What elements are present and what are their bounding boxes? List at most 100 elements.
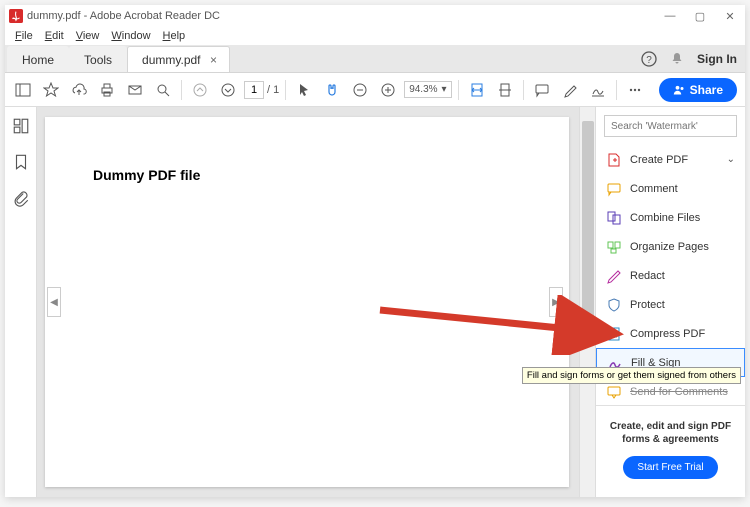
page-current-input[interactable] [244, 81, 264, 99]
svg-text:?: ? [646, 55, 652, 66]
menu-edit[interactable]: Edit [41, 30, 68, 42]
titlebar: dummy.pdf - Adobe Acrobat Reader DC — ▢ … [5, 5, 745, 27]
more-icon[interactable] [623, 78, 647, 102]
tab-document[interactable]: dummy.pdf × [127, 46, 229, 72]
separator [181, 80, 182, 100]
menu-file[interactable]: File [11, 30, 37, 42]
page-up-icon[interactable] [188, 78, 212, 102]
tool-icon [606, 268, 622, 284]
star-icon[interactable] [39, 78, 63, 102]
tool-protect[interactable]: Protect [596, 290, 745, 319]
menu-view[interactable]: View [72, 30, 104, 42]
tabbar: Home Tools dummy.pdf × ? Sign In [5, 45, 745, 73]
separator [523, 80, 524, 100]
signin-button[interactable]: Sign In [697, 52, 737, 66]
tool-label: Combine Files [630, 212, 700, 224]
tool-create-pdf[interactable]: Create PDF ⌄ [596, 145, 745, 174]
tab-document-label: dummy.pdf [142, 53, 200, 67]
fit-page-icon[interactable] [493, 78, 517, 102]
chevron-down-icon: ▾ [442, 84, 447, 95]
tool-label: Compress PDF [630, 328, 705, 340]
toolbar: / 1 94.3% ▾ Share [5, 73, 745, 107]
window: dummy.pdf - Adobe Acrobat Reader DC — ▢ … [5, 5, 745, 497]
search-container [604, 115, 737, 137]
tool-combine-files[interactable]: Combine Files [596, 203, 745, 232]
menu-window[interactable]: Window [107, 30, 154, 42]
tool-compress-pdf[interactable]: Compress PDF [596, 319, 745, 348]
mail-icon[interactable] [123, 78, 147, 102]
menubar: File Edit View Window Help [5, 27, 745, 45]
zoom-out-icon[interactable] [348, 78, 372, 102]
fill-sign-tooltip: Fill and sign forms or get them signed f… [522, 367, 741, 384]
tool-redact[interactable]: Redact [596, 261, 745, 290]
minimize-button[interactable]: — [655, 5, 685, 27]
separator [285, 80, 286, 100]
chevron-down-icon: ⌄ [727, 154, 735, 165]
page-total: 1 [273, 84, 279, 96]
tool-icon [606, 181, 622, 197]
sign-icon[interactable] [586, 78, 610, 102]
document-area: ◀ Dummy PDF file ▶ [37, 107, 595, 497]
right-panel: Create PDF ⌄ Comment Combine Files Organize … [595, 107, 745, 497]
tool-icon [606, 297, 622, 313]
main-area: ◀ Dummy PDF file ▶ Create PDF ⌄ Comment Com… [5, 107, 745, 497]
promo-box: Create, edit and sign PDF forms & agreem… [596, 405, 745, 497]
help-icon[interactable]: ? [641, 51, 657, 67]
search-input[interactable] [604, 115, 737, 137]
attachment-icon[interactable] [12, 189, 30, 207]
tool-comment[interactable]: Comment [596, 174, 745, 203]
hand-icon[interactable] [320, 78, 344, 102]
tab-home[interactable]: Home [7, 46, 69, 72]
highlight-icon[interactable] [558, 78, 582, 102]
bookmark-icon[interactable] [12, 153, 30, 171]
tool-label: Organize Pages [630, 241, 709, 253]
thumbnails-icon[interactable] [12, 117, 30, 135]
tab-tools[interactable]: Tools [69, 46, 127, 72]
print-icon[interactable] [95, 78, 119, 102]
share-button[interactable]: Share [659, 78, 737, 102]
tool-label: Protect [630, 299, 665, 311]
tab-close-button[interactable]: × [207, 53, 221, 67]
tool-icon [606, 210, 622, 226]
cloud-upload-icon[interactable] [67, 78, 91, 102]
header-right: ? Sign In [641, 45, 737, 72]
document-text: Dummy PDF file [93, 167, 521, 183]
tool-label: Comment [630, 183, 678, 195]
search-icon[interactable] [151, 78, 175, 102]
page-sep: / [267, 84, 270, 96]
comment-icon[interactable] [530, 78, 554, 102]
zoom-dropdown[interactable]: 94.3% ▾ [404, 81, 451, 98]
share-people-icon [673, 84, 685, 96]
tool-icon [606, 384, 622, 400]
tool-label: Send for Comments [630, 386, 728, 398]
pointer-icon[interactable] [292, 78, 316, 102]
window-controls: — ▢ ✕ [655, 5, 745, 27]
start-free-trial-button[interactable]: Start Free Trial [623, 456, 717, 479]
bell-icon[interactable] [669, 51, 685, 67]
page-indicator: / 1 [244, 81, 279, 99]
page-down-icon[interactable] [216, 78, 240, 102]
tool-icon [606, 239, 622, 255]
tool-label: Create PDF [630, 154, 688, 166]
fit-width-icon[interactable] [465, 78, 489, 102]
page-next-button[interactable]: ▶ [549, 287, 563, 317]
menu-help[interactable]: Help [159, 30, 190, 42]
page-prev-button[interactable]: ◀ [47, 287, 61, 317]
separator [458, 80, 459, 100]
promo-text: Create, edit and sign PDF forms & agreem… [606, 420, 735, 446]
tool-icon [606, 326, 622, 342]
tool-organize-pages[interactable]: Organize Pages [596, 232, 745, 261]
close-window-button[interactable]: ✕ [715, 5, 745, 27]
scrollbar-thumb[interactable] [582, 121, 594, 321]
document-page: Dummy PDF file [45, 117, 569, 487]
maximize-button[interactable]: ▢ [685, 5, 715, 27]
zoom-value: 94.3% [409, 84, 437, 95]
sidebar-toggle-button[interactable] [11, 78, 35, 102]
vertical-scrollbar[interactable] [579, 107, 595, 497]
tool-label: Redact [630, 270, 665, 282]
left-rail [5, 107, 37, 497]
zoom-in-icon[interactable] [376, 78, 400, 102]
tool-icon [606, 152, 622, 168]
share-label: Share [690, 83, 723, 97]
acrobat-icon [9, 9, 23, 23]
